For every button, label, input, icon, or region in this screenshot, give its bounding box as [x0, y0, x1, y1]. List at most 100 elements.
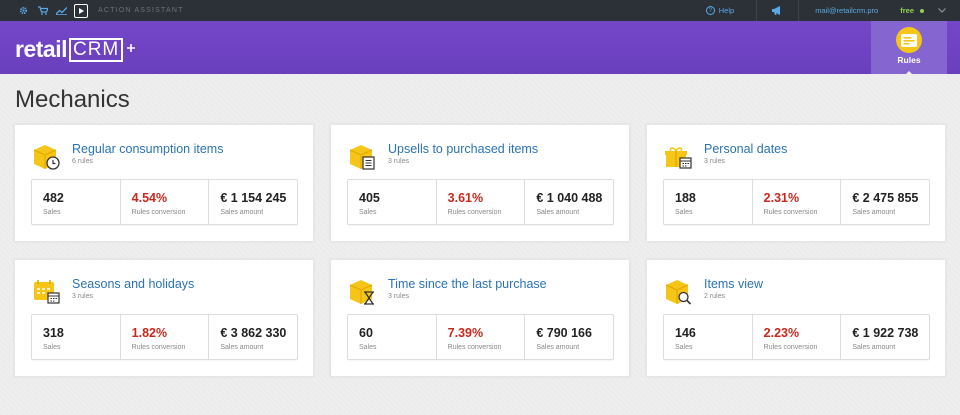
box-search-icon	[665, 280, 692, 305]
stat-conversion: 2.31% Rules conversion	[753, 180, 842, 224]
stat-sales: 60 Sales	[348, 315, 437, 359]
card-stats: 482 Sales 4.54% Rules conversion € 1 154…	[31, 179, 298, 225]
cart-icon[interactable]	[33, 0, 52, 21]
card-rules-count: 3 rules	[388, 293, 410, 300]
stat-amount: € 1 040 488 Sales amount	[525, 180, 613, 224]
card-stats: 405 Sales 3.61% Rules conversion € 1 040…	[347, 179, 614, 225]
amount-value: € 790 166	[536, 326, 592, 340]
mechanic-card: Time since the last purchase 3 rules 60 …	[330, 259, 630, 377]
rules-tab[interactable]: Rules	[871, 21, 947, 75]
card-title[interactable]: Regular consumption items	[72, 142, 223, 156]
megaphone-icon[interactable]	[757, 0, 800, 21]
mechanic-card: Upsells to purchased items 3 rules 405 S…	[330, 124, 630, 242]
amount-label: Sales amount	[852, 344, 896, 351]
plan-badge: free	[900, 6, 914, 15]
sales-value: 60	[359, 326, 373, 340]
amount-label: Sales amount	[220, 209, 264, 216]
top-bar: ACTION ASSISTANT ? Help mail@retailcrm.p…	[0, 0, 960, 21]
sales-value: 146	[675, 326, 696, 340]
amount-value: € 1 154 245	[220, 191, 287, 205]
card-rules-count: 6 rules	[72, 158, 94, 165]
conversion-value: 4.54%	[131, 191, 168, 205]
active-caret	[905, 71, 913, 75]
rules-icon	[896, 27, 922, 53]
box-hourglass-icon	[349, 280, 374, 305]
sales-label: Sales	[43, 344, 61, 351]
amount-value: € 2 475 855	[852, 191, 919, 205]
gift-calendar-icon	[665, 147, 692, 169]
card-rules-count: 2 rules	[704, 293, 726, 300]
conversion-label: Rules conversion	[447, 209, 502, 216]
sales-value: 482	[43, 191, 64, 205]
card-rules-count: 3 rules	[704, 158, 726, 165]
amount-value: € 3 862 330	[220, 326, 287, 340]
amount-label: Sales amount	[220, 344, 264, 351]
card-rules-count: 3 rules	[72, 293, 94, 300]
sales-value: 318	[43, 326, 64, 340]
card-title[interactable]: Time since the last purchase	[388, 277, 547, 291]
card-title[interactable]: Upsells to purchased items	[388, 142, 538, 156]
stat-amount: € 790 166 Sales amount	[525, 315, 613, 359]
help-label: Help	[718, 6, 735, 15]
conversion-label: Rules conversion	[131, 209, 186, 216]
sales-label: Sales	[675, 344, 693, 351]
conversion-label: Rules conversion	[763, 344, 818, 351]
box-clock-icon	[33, 145, 60, 170]
conversion-value: 2.23%	[763, 326, 800, 340]
header: retail CRM Rules	[0, 21, 960, 75]
stat-amount: € 3 862 330 Sales amount	[209, 315, 297, 359]
amount-label: Sales amount	[536, 209, 580, 216]
logo-crm-text: CRM	[68, 37, 124, 62]
stat-sales: 188 Sales	[664, 180, 753, 224]
sales-value: 405	[359, 191, 380, 205]
help-link[interactable]: ? Help	[705, 0, 758, 21]
conversion-value: 3.61%	[447, 191, 484, 205]
amount-value: € 1 040 488	[536, 191, 603, 205]
chevron-down-icon[interactable]	[924, 0, 960, 21]
card-title[interactable]: Items view	[704, 277, 763, 291]
gear-icon[interactable]	[14, 0, 33, 21]
mechanic-card: Personal dates 3 rules 188 Sales 2.31% R…	[646, 124, 946, 242]
conversion-label: Rules conversion	[447, 344, 502, 351]
conversion-value: 7.39%	[447, 326, 484, 340]
mechanic-card: Regular consumption items 6 rules 482 Sa…	[14, 124, 314, 242]
conversion-value: 1.82%	[131, 326, 168, 340]
logo-text: retail	[15, 36, 67, 62]
logo-dots-icon	[126, 43, 136, 56]
app-title: ACTION ASSISTANT	[98, 7, 184, 14]
conversion-label: Rules conversion	[763, 209, 818, 216]
card-title[interactable]: Personal dates	[704, 142, 787, 156]
stat-conversion: 4.54% Rules conversion	[121, 180, 210, 224]
analytics-icon[interactable]	[52, 0, 71, 21]
amount-value: € 1 922 738	[852, 326, 919, 340]
action-assistant-icon[interactable]	[74, 3, 88, 18]
sales-label: Sales	[675, 209, 693, 216]
sales-value: 188	[675, 191, 696, 205]
stat-conversion: 2.23% Rules conversion	[753, 315, 842, 359]
card-stats: 146 Sales 2.23% Rules conversion € 1 922…	[663, 314, 930, 360]
mechanic-card: Seasons and holidays 3 rules 318 Sales 1…	[14, 259, 314, 377]
card-stats: 318 Sales 1.82% Rules conversion € 3 862…	[31, 314, 298, 360]
amount-label: Sales amount	[852, 209, 896, 216]
stat-sales: 405 Sales	[348, 180, 437, 224]
card-rules-count: 3 rules	[388, 158, 410, 165]
stat-conversion: 1.82% Rules conversion	[121, 315, 210, 359]
stat-amount: € 2 475 855 Sales amount	[841, 180, 929, 224]
box-list-icon	[349, 145, 375, 170]
card-stats: 188 Sales 2.31% Rules conversion € 2 475…	[663, 179, 930, 225]
sales-label: Sales	[359, 209, 377, 216]
sales-label: Sales	[43, 209, 61, 216]
card-stats: 60 Sales 7.39% Rules conversion € 790 16…	[347, 314, 614, 360]
stat-sales: 146 Sales	[664, 315, 753, 359]
stat-amount: € 1 922 738 Sales amount	[841, 315, 929, 359]
retailcrm-logo[interactable]: retail CRM	[15, 36, 136, 63]
conversion-label: Rules conversion	[131, 344, 186, 351]
card-title[interactable]: Seasons and holidays	[72, 277, 194, 291]
stat-sales: 318 Sales	[32, 315, 121, 359]
question-icon: ?	[705, 6, 715, 15]
account-email[interactable]: mail@retailcrm.pro	[799, 6, 900, 15]
sales-label: Sales	[359, 344, 377, 351]
rules-label: Rules	[897, 55, 921, 65]
stat-sales: 482 Sales	[32, 180, 121, 224]
conversion-value: 2.31%	[763, 191, 800, 205]
